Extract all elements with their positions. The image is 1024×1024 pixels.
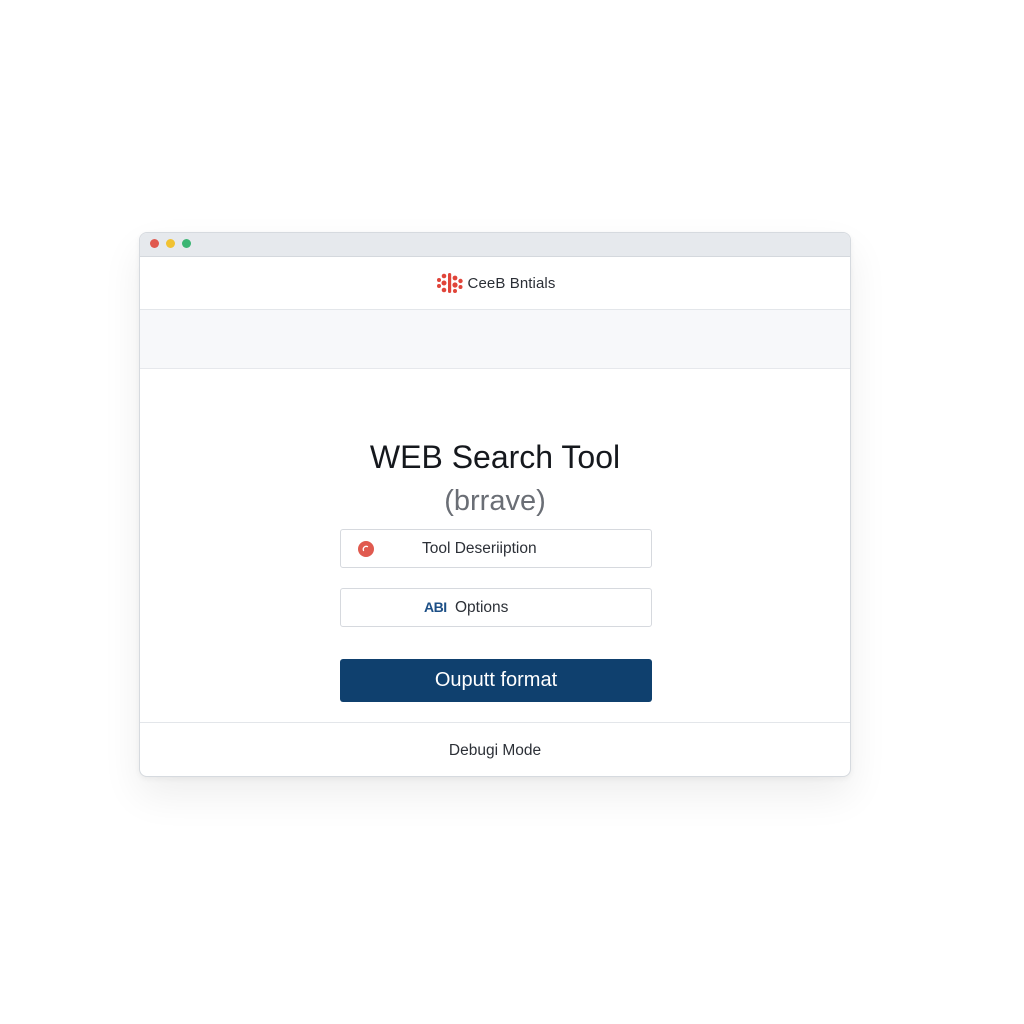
options-label: Options [455, 599, 509, 616]
page-title: WEB Search Tool [369, 439, 621, 475]
app-header: CeeB Bntials [140, 257, 850, 310]
debug-mode-link[interactable]: Debugi Mode [449, 742, 541, 760]
tool-description-label: Tool Deseriiption [422, 540, 537, 557]
tool-description-field[interactable]: Tool Deseriiption [340, 529, 652, 568]
window-titlebar [140, 233, 850, 257]
toolbar-band [140, 310, 850, 369]
brand[interactable]: CeeB Bntials [435, 270, 556, 296]
app-footer: Debugi Mode [140, 722, 850, 776]
options-field[interactable]: ABI Options [340, 588, 652, 627]
window-close-button[interactable] [150, 239, 159, 248]
window-zoom-button[interactable] [182, 239, 191, 248]
window-minimize-button[interactable] [166, 239, 175, 248]
screen: CeeB Bntials WEB Search Tool (brrave) To… [0, 0, 1024, 1024]
red-circle-icon [358, 541, 374, 557]
abi-icon: ABI [424, 599, 447, 615]
brand-name: CeeB Bntials [467, 274, 556, 292]
output-format-button[interactable]: Ouputt format [340, 659, 652, 702]
page-subtitle: (brrave) [444, 485, 546, 517]
brand-logo-icon [436, 273, 463, 293]
app-window: CeeB Bntials WEB Search Tool (brrave) To… [139, 232, 851, 777]
